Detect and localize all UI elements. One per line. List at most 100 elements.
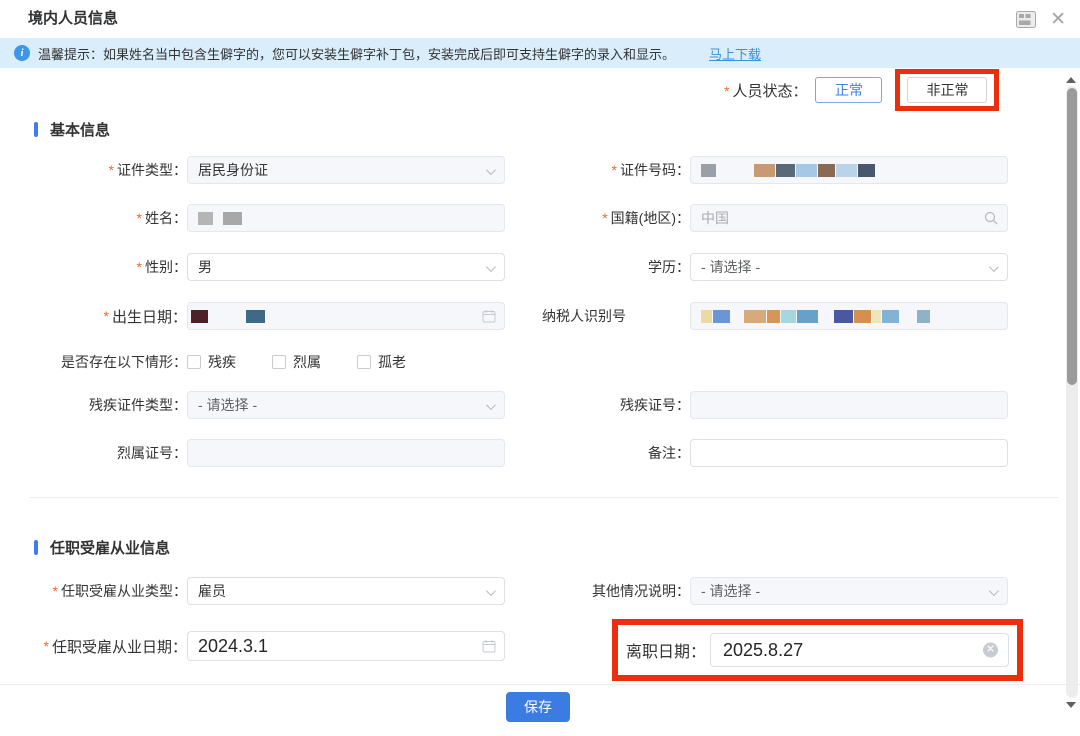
section-accent-bar bbox=[34, 540, 38, 555]
other-note-select[interactable]: - 请选择 - bbox=[690, 577, 1008, 605]
redacted-block bbox=[872, 310, 881, 323]
redacted-block bbox=[882, 310, 899, 323]
cert-no-input[interactable] bbox=[690, 156, 1008, 184]
redacted-block bbox=[797, 310, 818, 323]
employ-type-select[interactable]: 雇员 bbox=[187, 577, 505, 605]
redacted-block bbox=[858, 164, 875, 177]
annotation-box-leave-date: 离职日期： 2025.8.27 ✕ bbox=[612, 619, 1023, 681]
redacted-block bbox=[836, 164, 857, 177]
remark-input[interactable] bbox=[690, 439, 1008, 467]
field-remark: 备注： bbox=[520, 439, 1008, 467]
field-cert-no: *证件号码： bbox=[520, 156, 1008, 184]
calendar-icon bbox=[482, 309, 496, 323]
field-gender: *性别： 男 bbox=[30, 253, 505, 281]
disability-no-input[interactable] bbox=[690, 391, 1008, 419]
field-employ-date: *任职受雇从业日期： 2024.3.1 bbox=[30, 631, 505, 661]
required-star: * bbox=[724, 83, 729, 99]
scrollbar-track[interactable] bbox=[1066, 86, 1078, 698]
employ-date-label: *任职受雇从业日期： bbox=[30, 636, 187, 657]
situations-label: 是否存在以下情形： bbox=[30, 352, 187, 372]
chevron-down-icon bbox=[989, 262, 999, 272]
personnel-status-label: *人员状态： bbox=[724, 80, 807, 101]
download-now-link[interactable]: 马上下载 bbox=[709, 44, 761, 63]
situation-martyr-family: 烈属 bbox=[272, 352, 321, 372]
calendar-icon[interactable] bbox=[482, 639, 496, 653]
save-button[interactable]: 保存 bbox=[506, 692, 570, 722]
status-abnormal-button[interactable]: 非正常 bbox=[907, 77, 987, 103]
checkbox-disabled[interactable] bbox=[187, 355, 201, 369]
redacted-block bbox=[854, 310, 871, 323]
annotation-box-status: 非正常 bbox=[895, 69, 999, 111]
name-label: *姓名： bbox=[30, 208, 187, 228]
clear-icon[interactable]: ✕ bbox=[983, 643, 998, 658]
martyr-no-label: 烈属证号： bbox=[30, 443, 187, 463]
leave-date-label: 离职日期： bbox=[626, 638, 706, 662]
chevron-down-icon bbox=[486, 400, 496, 410]
section-basic-title: 基本信息 bbox=[50, 119, 110, 140]
redacted-block bbox=[191, 310, 208, 323]
other-note-label: 其他情况说明： bbox=[520, 581, 690, 601]
field-situations: 是否存在以下情形： 残疾 烈属 孤老 bbox=[30, 352, 442, 372]
employ-type-label: *任职受雇从业类型： bbox=[30, 581, 187, 601]
field-education: 学历： - 请选择 - bbox=[520, 253, 1008, 281]
disability-cert-type-label: 残疾证件类型： bbox=[30, 395, 187, 415]
chevron-down-icon bbox=[989, 586, 999, 596]
field-disability-no: 残疾证号： bbox=[520, 391, 1008, 419]
redacted-block bbox=[701, 310, 712, 323]
video-icon[interactable] bbox=[1016, 11, 1036, 28]
redacted-block bbox=[776, 164, 795, 177]
disability-no-label: 残疾证号： bbox=[520, 395, 690, 415]
martyr-no-input[interactable] bbox=[187, 439, 505, 467]
redacted-block bbox=[818, 164, 835, 177]
situation-disabled: 残疾 bbox=[187, 352, 236, 372]
close-icon[interactable]: ✕ bbox=[1050, 10, 1066, 29]
nationality-input[interactable]: 中国 bbox=[690, 204, 1008, 232]
field-employ-type: *任职受雇从业类型： 雇员 bbox=[30, 577, 505, 605]
section-basic-info: 基本信息 bbox=[34, 119, 110, 140]
field-martyr-no: 烈属证号： bbox=[30, 439, 505, 467]
status-normal-button[interactable]: 正常 bbox=[815, 77, 882, 103]
search-icon[interactable] bbox=[983, 210, 999, 226]
education-select[interactable]: - 请选择 - bbox=[690, 253, 1008, 281]
info-icon: i bbox=[14, 45, 30, 61]
field-birth-date: *出生日期： bbox=[30, 302, 505, 330]
redacted-block bbox=[223, 212, 242, 225]
field-nationality: *国籍(地区)： 中国 bbox=[520, 204, 1008, 232]
cert-no-label: *证件号码： bbox=[520, 160, 690, 180]
scrollbar-up-arrow[interactable] bbox=[1066, 77, 1076, 83]
employ-date-input[interactable]: 2024.3.1 bbox=[187, 631, 505, 661]
cert-type-select[interactable]: 居民身份证 bbox=[187, 156, 505, 184]
chevron-down-icon bbox=[486, 586, 496, 596]
checkbox-elderly-alone[interactable] bbox=[357, 355, 371, 369]
birth-date-label: *出生日期： bbox=[30, 306, 187, 327]
chevron-down-icon bbox=[486, 262, 496, 272]
redacted-block bbox=[834, 310, 853, 323]
name-input[interactable] bbox=[187, 204, 505, 232]
domestic-personnel-dialog: 境内人员信息 ✕ i 温馨提示：如果姓名当中包含生僻字的，您可以安装生僻字补丁包… bbox=[0, 0, 1080, 736]
section-employment-title: 任职受雇从业信息 bbox=[50, 537, 170, 558]
redacted-block bbox=[796, 164, 817, 177]
redacted-block bbox=[781, 310, 796, 323]
remark-label: 备注： bbox=[520, 443, 690, 463]
redacted-block bbox=[917, 310, 930, 323]
chevron-down-icon bbox=[486, 165, 496, 175]
scrollbar-down-arrow[interactable] bbox=[1066, 702, 1076, 708]
redacted-block bbox=[754, 164, 775, 177]
birth-date-input[interactable] bbox=[187, 302, 505, 330]
redacted-block bbox=[767, 310, 780, 323]
footer-divider bbox=[0, 684, 1080, 685]
education-label: 学历： bbox=[520, 257, 690, 277]
personnel-status-row: *人员状态： 正常 非正常 bbox=[724, 69, 999, 111]
disability-cert-type-select[interactable]: - 请选择 - bbox=[187, 391, 505, 419]
field-cert-type: *证件类型： 居民身份证 bbox=[30, 156, 505, 184]
dialog-title: 境内人员信息 bbox=[28, 0, 118, 38]
gender-select[interactable]: 男 bbox=[187, 253, 505, 281]
field-taxpayer-id: 纳税人识别号 bbox=[520, 302, 1008, 330]
taxpayer-id-label: 纳税人识别号 bbox=[520, 306, 690, 326]
gender-label: *性别： bbox=[30, 257, 187, 277]
checkbox-martyr-family[interactable] bbox=[272, 355, 286, 369]
taxpayer-id-input[interactable] bbox=[690, 302, 1008, 330]
field-disability-cert-type: 残疾证件类型： - 请选择 - bbox=[30, 391, 505, 419]
leave-date-input[interactable]: 2025.8.27 ✕ bbox=[710, 633, 1009, 667]
scrollbar-thumb[interactable] bbox=[1067, 88, 1077, 385]
